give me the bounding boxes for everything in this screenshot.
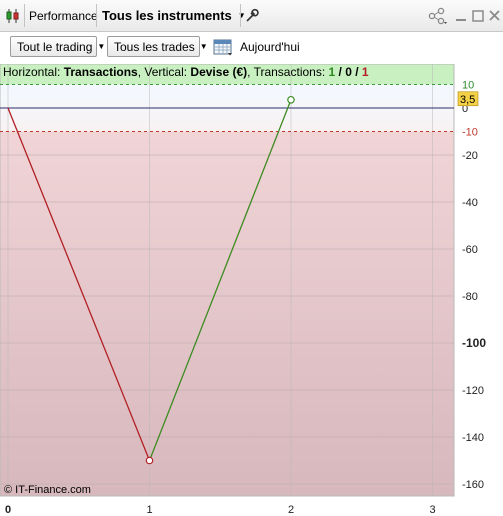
scope-dropdown[interactable]: Tout le trading ▼ [10, 36, 105, 57]
title-bar: Performance Tous les instruments ▼ [0, 0, 503, 32]
x-tick-label: 2 [288, 504, 294, 516]
restore-icon[interactable] [472, 0, 484, 31]
horizontal-value: Transactions [63, 65, 138, 79]
performance-chart[interactable]: 100-10-20-40-60-80-100-120-140-1603,50 1 2… [0, 64, 503, 516]
scope-label: Tout le trading [17, 39, 93, 54]
transactions-sep: / [335, 65, 346, 79]
y-tick-label: -60 [462, 244, 478, 256]
y-tick-label: -100 [462, 336, 486, 350]
trades-label: Tous les trades [114, 39, 195, 54]
calendar-icon [213, 39, 232, 56]
instruments-label: Tous les instruments [102, 8, 232, 23]
minimize-icon[interactable] [455, 0, 467, 31]
y-tick-label: -40 [462, 197, 478, 209]
share-icon[interactable] [428, 0, 450, 31]
transactions-neutral: 0 [345, 65, 352, 79]
loss-zone [0, 131, 454, 496]
y-tick-label: -140 [462, 432, 484, 444]
y-tick-label: -160 [462, 479, 484, 491]
close-icon[interactable] [489, 0, 500, 31]
x-tick-label: 3 [429, 504, 435, 516]
data-point [287, 95, 295, 104]
copyright-label: © IT-Finance.com [4, 484, 91, 496]
vertical-prefix: , Vertical: [137, 65, 191, 79]
y-tick-label: -80 [462, 291, 478, 303]
vertical-value: Devise (€) [190, 65, 248, 79]
last-value-label: 3,5 [460, 94, 475, 106]
instruments-dropdown[interactable]: Tous les instruments ▼ [102, 0, 246, 31]
y-tick-label: -10 [462, 127, 478, 139]
date-button[interactable]: Aujourd'hui [213, 36, 300, 57]
x-tick-label: 1 [146, 504, 152, 516]
wrench-icon[interactable] [244, 0, 260, 31]
candlestick-icon [4, 0, 22, 31]
horizontal-prefix: Horizontal: [3, 65, 64, 79]
transactions-prefix: , Transactions: [247, 65, 329, 79]
chart-info-bar: Horizontal: Transactions, Vertical: Devi… [0, 64, 458, 81]
panel-title: Performance [29, 8, 98, 23]
y-tick-label: 10 [462, 80, 474, 92]
trades-dropdown[interactable]: Tous les trades ▼ [107, 36, 208, 57]
chevron-down-icon: ▼ [97, 42, 106, 51]
transactions-sep: / [351, 65, 362, 79]
transactions-loss: 1 [361, 65, 369, 79]
y-tick-label: -20 [462, 150, 478, 162]
data-point [145, 456, 154, 465]
chevron-down-icon: ▼ [199, 42, 208, 51]
x-tick-label: 0 [5, 504, 11, 516]
date-label: Aujourd'hui [240, 39, 300, 54]
y-tick-label: -120 [462, 385, 484, 397]
